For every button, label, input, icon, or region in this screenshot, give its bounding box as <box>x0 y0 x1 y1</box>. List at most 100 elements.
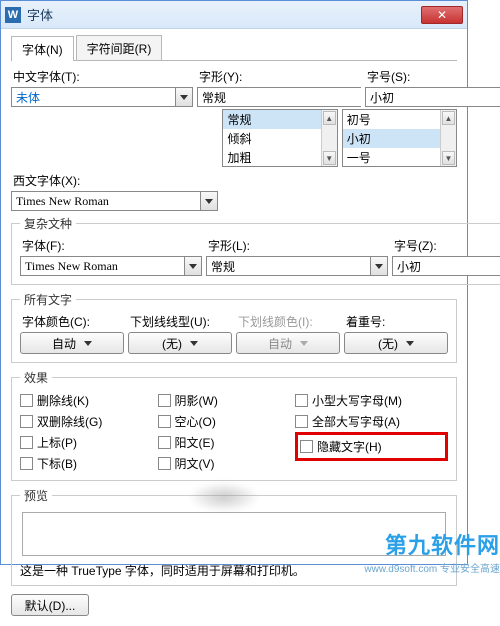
close-button[interactable]: ✕ <box>421 6 463 24</box>
checkbox-emboss[interactable]: 阳文(E) <box>158 432 286 453</box>
chevron-down-icon <box>189 264 197 269</box>
complex-script-group: 复杂文种 字体(F): 字形(L): 字号( <box>11 215 500 285</box>
dropdown-button[interactable] <box>175 87 193 107</box>
chevron-down-icon <box>300 341 308 346</box>
cn-font-label: 中文字体(T): <box>11 67 193 87</box>
checkbox-smallcaps[interactable]: 小型大写字母(M) <box>295 390 448 411</box>
checkbox-icon <box>20 415 33 428</box>
complex-style-label: 字形(L): <box>206 236 388 256</box>
chevron-down-icon <box>190 341 198 346</box>
color-label: 字体颜色(C): <box>20 312 124 332</box>
cn-font-select[interactable] <box>11 87 193 107</box>
complex-font-input[interactable] <box>20 256 184 276</box>
preview-legend: 预览 <box>20 487 52 504</box>
complex-font-select[interactable] <box>20 256 202 276</box>
checkbox-super[interactable]: 上标(P) <box>20 432 148 453</box>
chevron-down-icon <box>84 341 92 346</box>
checkbox-icon <box>20 436 33 449</box>
complex-style-input[interactable] <box>206 256 370 276</box>
checkbox-icon <box>295 415 308 428</box>
color-value: 自动 <box>52 335 76 352</box>
preview-note: 这是一种 TrueType 字体，同时适用于屏幕和打印机。 <box>20 562 448 579</box>
list-item[interactable]: 加粗 <box>223 148 320 167</box>
checkbox-icon <box>158 394 171 407</box>
complex-font-label: 字体(F): <box>20 236 202 256</box>
uline-dropdown[interactable]: (无) <box>128 332 232 354</box>
ucolor-value: 自动 <box>268 335 292 352</box>
size-input[interactable] <box>365 87 500 107</box>
checkbox-engrave[interactable]: 阴文(V) <box>158 453 286 474</box>
west-font-label: 西文字体(X): <box>11 171 218 191</box>
footer: 默认(D)... <box>11 592 457 618</box>
chevron-down-icon <box>180 95 188 100</box>
checkbox-hidden[interactable]: 隐藏文字(H) <box>300 436 443 457</box>
checkbox-icon <box>158 457 171 470</box>
style-label: 字形(Y): <box>197 67 361 87</box>
list-item[interactable]: 常规 <box>223 110 320 129</box>
size-input-wrap <box>365 87 500 107</box>
scroll-up-icon[interactable]: ▲ <box>323 111 336 125</box>
scrollbar[interactable]: ▲ ▼ <box>440 110 456 166</box>
list-item[interactable]: 一号 <box>343 148 440 167</box>
scroll-up-icon[interactable]: ▲ <box>442 111 455 125</box>
scroll-down-icon[interactable]: ▼ <box>323 151 336 165</box>
checkbox-icon <box>158 436 171 449</box>
checkbox-dblstrike[interactable]: 双删除线(G) <box>20 411 148 432</box>
color-dropdown[interactable]: 自动 <box>20 332 124 354</box>
effects-group: 效果 删除线(K) 双删除线(G) 上标(P) 下标(B) 阴影(W) 空心(O… <box>11 369 457 481</box>
west-font-input[interactable] <box>11 191 200 211</box>
preview-box <box>22 512 446 556</box>
cn-font-input[interactable] <box>11 87 175 107</box>
checkbox-sub[interactable]: 下标(B) <box>20 453 148 474</box>
highlight-box: 隐藏文字(H) <box>295 432 448 461</box>
checkbox-allcaps[interactable]: 全部大写字母(A) <box>295 411 448 432</box>
emph-value: (无) <box>378 335 398 352</box>
checkbox-shadow[interactable]: 阴影(W) <box>158 390 286 411</box>
tab-spacing[interactable]: 字符间距(R) <box>76 35 163 60</box>
preview-group: 预览 这是一种 TrueType 字体，同时适用于屏幕和打印机。 <box>11 487 457 586</box>
checkbox-outline[interactable]: 空心(O) <box>158 411 286 432</box>
scrollbar[interactable]: ▲ ▼ <box>321 110 337 166</box>
ucolor-dropdown: 自动 <box>236 332 340 354</box>
emph-label: 着重号: <box>344 312 448 332</box>
list-item[interactable]: 倾斜 <box>223 129 320 148</box>
checkbox-strike[interactable]: 删除线(K) <box>20 390 148 411</box>
chevron-down-icon <box>375 264 383 269</box>
default-button[interactable]: 默认(D)... <box>11 594 89 616</box>
effects-legend: 效果 <box>20 369 52 386</box>
tab-bar: 字体(N) 字符间距(R) <box>11 35 457 61</box>
west-font-select[interactable] <box>11 191 218 211</box>
size-label: 字号(S): <box>365 67 500 87</box>
complex-style-select[interactable] <box>206 256 388 276</box>
close-icon: ✕ <box>437 8 447 22</box>
size-listbox[interactable]: 初号 小初 一号 ▲ ▼ <box>342 109 457 167</box>
ucolor-label: 下划线颜色(I): <box>236 312 340 332</box>
style-input-wrap <box>197 87 361 107</box>
all-text-group: 所有文字 字体颜色(C): 自动 下划线线型(U): (无) 下划线颜色(I):… <box>11 291 457 363</box>
dropdown-button[interactable] <box>184 256 202 276</box>
chevron-down-icon <box>205 199 213 204</box>
dropdown-button[interactable] <box>200 191 218 211</box>
dialog-body: 字体(N) 字符间距(R) 中文字体(T): 字形(Y): 字号(S): <box>1 29 467 626</box>
emph-dropdown[interactable]: (无) <box>344 332 448 354</box>
list-item[interactable]: 小初 <box>343 129 440 148</box>
uline-value: (无) <box>162 335 182 352</box>
chevron-down-icon <box>406 341 414 346</box>
style-input[interactable] <box>197 87 361 107</box>
checkbox-icon <box>20 457 33 470</box>
complex-size-input[interactable] <box>392 256 500 276</box>
alltext-legend: 所有文字 <box>20 291 76 308</box>
app-icon: W <box>5 7 21 23</box>
checkbox-icon <box>295 394 308 407</box>
checkbox-icon <box>20 394 33 407</box>
complex-size-select[interactable] <box>392 256 500 276</box>
style-listbox[interactable]: 常规 倾斜 加粗 ▲ ▼ <box>222 109 337 167</box>
dropdown-button[interactable] <box>370 256 388 276</box>
titlebar: W 字体 ✕ <box>1 1 467 29</box>
font-dialog: W 字体 ✕ 字体(N) 字符间距(R) 中文字体(T): 字形(Y): <box>0 0 468 565</box>
window-title: 字体 <box>27 5 421 24</box>
list-item[interactable]: 初号 <box>343 110 440 129</box>
scroll-down-icon[interactable]: ▼ <box>442 151 455 165</box>
tab-font[interactable]: 字体(N) <box>11 36 74 61</box>
uline-label: 下划线线型(U): <box>128 312 232 332</box>
